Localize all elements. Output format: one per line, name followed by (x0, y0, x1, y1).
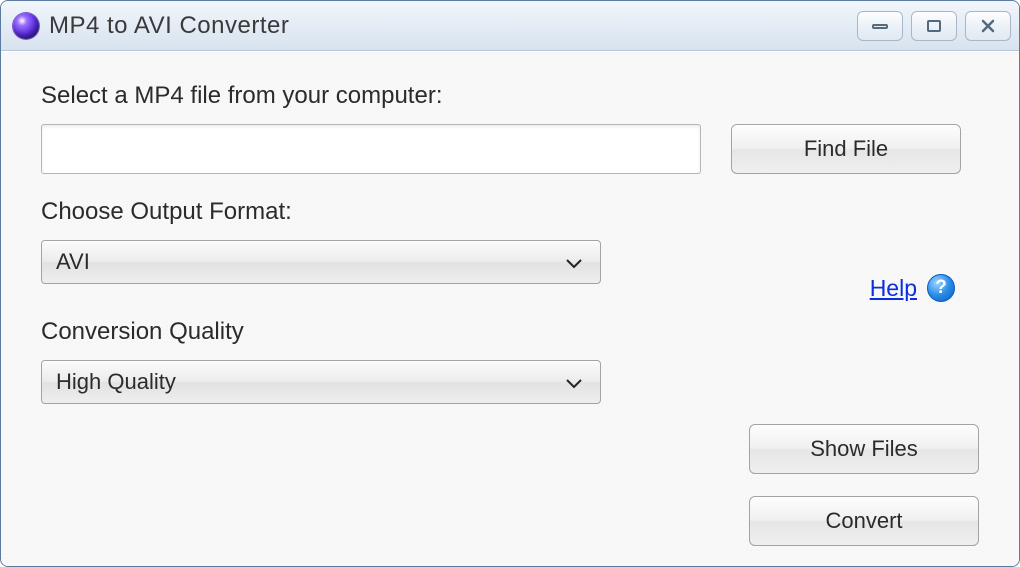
client-area: Select a MP4 file from your computer: Fi… (1, 51, 1019, 566)
maximize-button[interactable] (911, 11, 957, 41)
window-controls (857, 11, 1011, 41)
window-title: MP4 to AVI Converter (49, 12, 857, 40)
close-button[interactable] (965, 11, 1011, 41)
app-window: MP4 to AVI Converter Select a MP4 file f… (0, 0, 1020, 567)
file-path-input[interactable] (41, 124, 701, 174)
show-files-button[interactable]: Show Files (749, 424, 979, 474)
titlebar: MP4 to AVI Converter (1, 1, 1019, 51)
quality-value: High Quality (56, 369, 176, 395)
quality-select[interactable]: High Quality (41, 360, 601, 404)
quality-block: Conversion Quality High Quality (41, 318, 979, 404)
close-icon (980, 18, 996, 34)
file-row: Find File (41, 124, 979, 174)
quality-label: Conversion Quality (41, 318, 979, 346)
select-file-label: Select a MP4 file from your computer: (41, 82, 979, 110)
convert-button[interactable]: Convert (749, 496, 979, 546)
chevron-down-icon (566, 369, 582, 395)
minimize-button[interactable] (857, 11, 903, 41)
minimize-icon (871, 20, 889, 32)
help-link[interactable]: Help (870, 275, 917, 302)
chevron-down-icon (566, 249, 582, 275)
app-icon (13, 13, 39, 39)
output-format-label: Choose Output Format: (41, 198, 979, 226)
maximize-icon (925, 19, 943, 33)
help-icon[interactable]: ? (927, 274, 955, 302)
format-block: Choose Output Format: AVI (41, 198, 979, 284)
output-format-select[interactable]: AVI (41, 240, 601, 284)
find-file-button[interactable]: Find File (731, 124, 961, 174)
help-group: Help ? (870, 274, 955, 302)
output-format-value: AVI (56, 249, 90, 275)
